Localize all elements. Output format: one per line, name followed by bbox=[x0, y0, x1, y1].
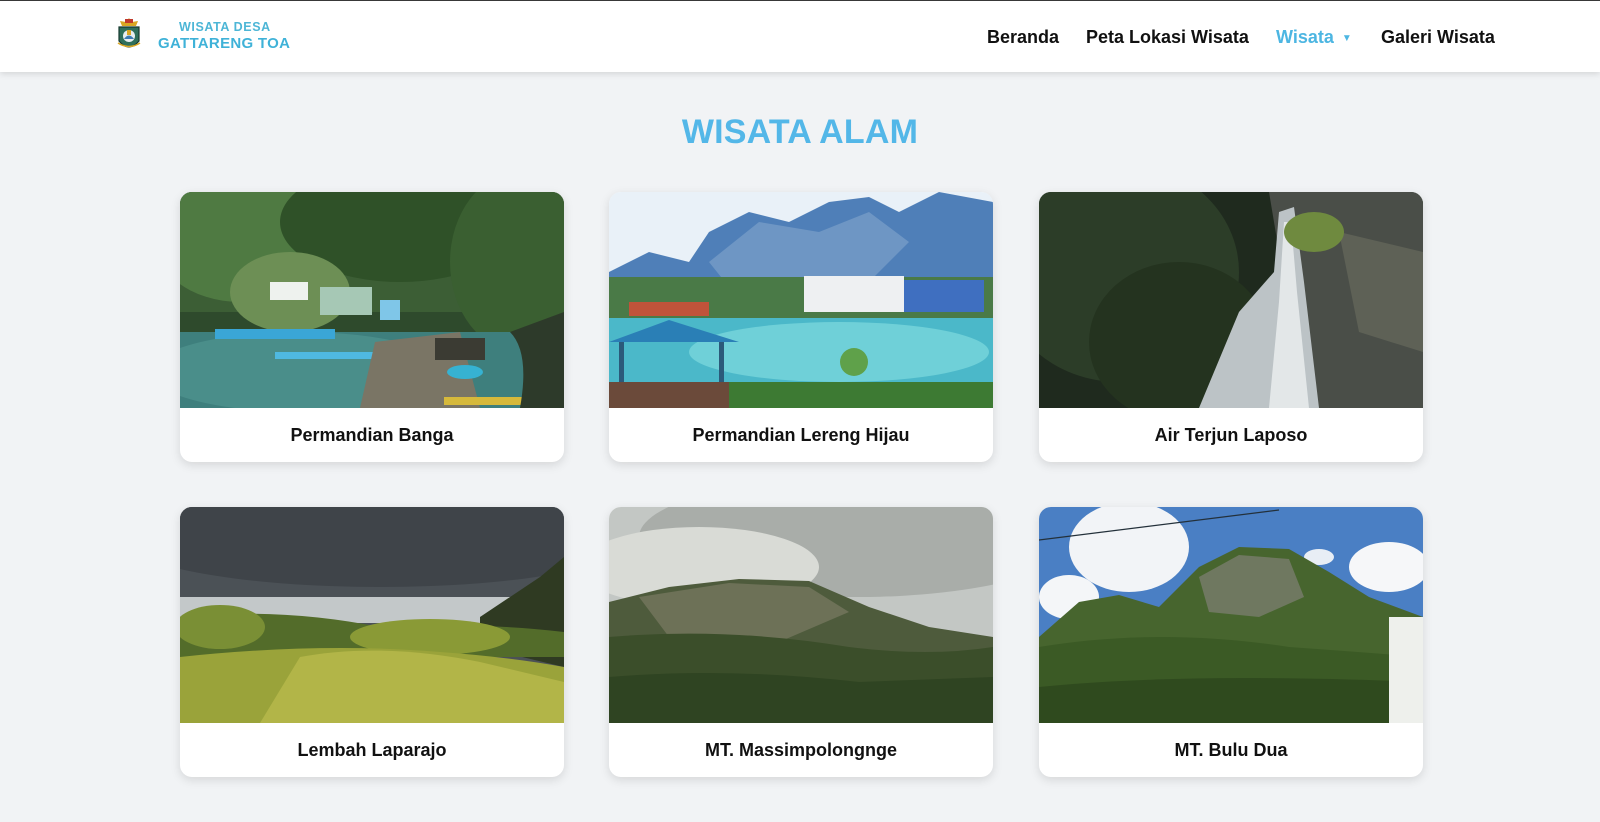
navbar: WISATA DESA GATTARENG TOA Beranda Peta L… bbox=[0, 1, 1600, 72]
card-mt-bulu-dua[interactable]: MT. Bulu Dua bbox=[1039, 507, 1423, 777]
nav-beranda[interactable]: Beranda bbox=[987, 25, 1059, 49]
card-permandian-banga[interactable]: Permandian Banga bbox=[180, 192, 564, 462]
card-image-air-terjun-laposo bbox=[1039, 192, 1423, 408]
card-title: MT. Massimpolongnge bbox=[704, 740, 897, 760]
nav-galeri-wisata[interactable]: Galeri Wisata bbox=[1381, 25, 1495, 49]
card-image-lembah-laparajo bbox=[180, 507, 564, 723]
nav-peta-lokasi-wisata[interactable]: Peta Lokasi Wisata bbox=[1086, 25, 1249, 49]
caret-down-icon: ▼ bbox=[1341, 33, 1352, 44]
regency-emblem-icon bbox=[117, 18, 141, 48]
nav-wisata-label: Wisata bbox=[1276, 27, 1334, 47]
card-title: Permandian Banga bbox=[290, 425, 454, 445]
card-title: MT. Bulu Dua bbox=[1174, 740, 1288, 760]
page-title: WISATA ALAM bbox=[681, 113, 919, 151]
card-image-mt-massimpolongnge bbox=[609, 507, 993, 723]
nav-wisata-dropdown[interactable]: Wisata ▼ bbox=[1276, 25, 1352, 51]
card-image-mt-bulu-dua bbox=[1039, 507, 1423, 723]
card-title: Air Terjun Laposo bbox=[1154, 425, 1308, 445]
card-lembah-laparajo[interactable]: Lembah Laparajo bbox=[180, 507, 564, 777]
brand-line-2: GATTARENG TOA bbox=[158, 34, 291, 52]
card-mt-massimpolongnge[interactable]: MT. Massimpolongnge bbox=[609, 507, 993, 777]
card-title: Permandian Lereng Hijau bbox=[692, 425, 910, 445]
card-title: Lembah Laparajo bbox=[297, 740, 447, 760]
card-air-terjun-laposo[interactable]: Air Terjun Laposo bbox=[1039, 192, 1423, 462]
brand-logo-link[interactable]: WISATA DESA GATTARENG TOA bbox=[116, 17, 290, 53]
card-image-permandian-banga bbox=[180, 192, 564, 408]
card-image-permandian-lereng-hijau bbox=[609, 192, 993, 408]
brand-line-1: WISATA DESA bbox=[179, 20, 271, 35]
card-permandian-lereng-hijau[interactable]: Permandian Lereng Hijau bbox=[609, 192, 993, 462]
